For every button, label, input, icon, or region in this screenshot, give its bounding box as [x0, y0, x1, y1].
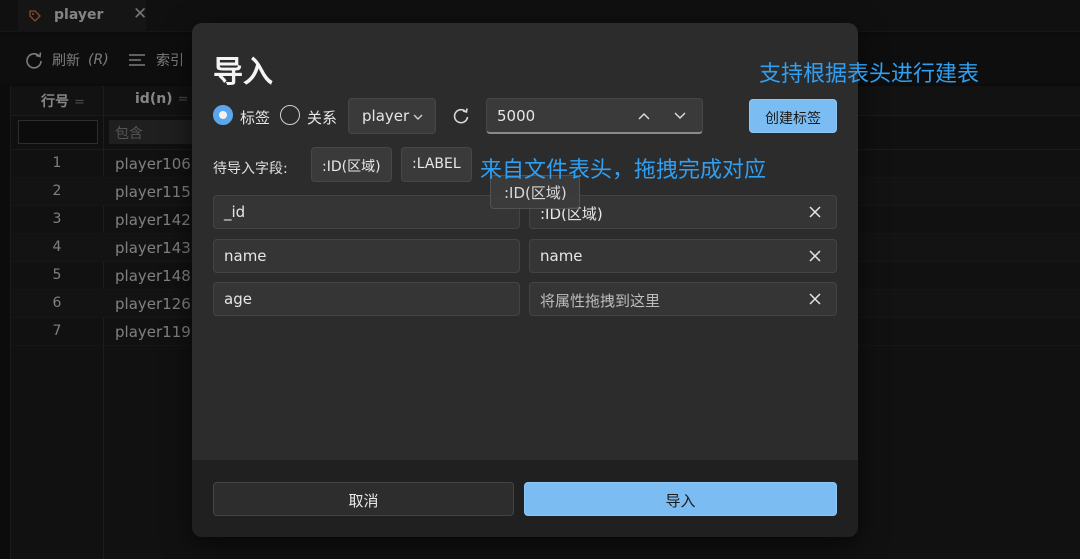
- chevron-down-icon: [413, 114, 423, 120]
- annotation-top: 支持根据表头进行建表: [759, 62, 980, 87]
- source-field: age: [213, 282, 520, 316]
- radio-relation[interactable]: [280, 105, 300, 125]
- source-field: _id: [213, 195, 520, 229]
- chevron-down-icon[interactable]: [673, 111, 687, 121]
- pending-fields-label: 待导入字段:: [213, 161, 288, 177]
- refresh-icon[interactable]: [451, 106, 471, 126]
- close-icon[interactable]: [808, 205, 822, 219]
- drop-placeholder: 将属性拖拽到这里: [540, 292, 661, 310]
- target-field-value: name: [540, 247, 583, 265]
- limit-input[interactable]: 5000: [486, 98, 703, 134]
- radio-tag[interactable]: [213, 105, 233, 125]
- radio-tag-label[interactable]: 标签: [240, 107, 270, 128]
- source-field: name: [213, 239, 520, 273]
- limit-value: 5000: [497, 107, 536, 125]
- import-button[interactable]: 导入: [524, 482, 837, 516]
- type-select[interactable]: player: [348, 98, 436, 134]
- dialog-title: 导入: [213, 55, 273, 90]
- dialog-footer: 取消 导入: [192, 460, 858, 537]
- chevron-up-icon[interactable]: [637, 111, 651, 121]
- pending-field-chip[interactable]: :LABEL: [401, 147, 472, 182]
- radio-relation-label[interactable]: 关系: [307, 107, 337, 128]
- type-select-value: player: [362, 107, 410, 125]
- import-dialog: 导入 标签 关系 player 5000 创建标签 待导入字段: :ID(区域)…: [192, 23, 858, 537]
- target-field-dropzone[interactable]: 将属性拖拽到这里: [529, 282, 837, 316]
- pending-field-chip[interactable]: :ID(区域): [311, 147, 392, 182]
- cancel-button[interactable]: 取消: [213, 482, 514, 516]
- close-icon[interactable]: [808, 249, 822, 263]
- create-tag-button[interactable]: 创建标签: [749, 99, 837, 133]
- annotation-middle: 来自文件表头，拖拽完成对应: [480, 158, 767, 183]
- close-icon[interactable]: [808, 292, 822, 306]
- target-field-dropzone[interactable]: name: [529, 239, 837, 273]
